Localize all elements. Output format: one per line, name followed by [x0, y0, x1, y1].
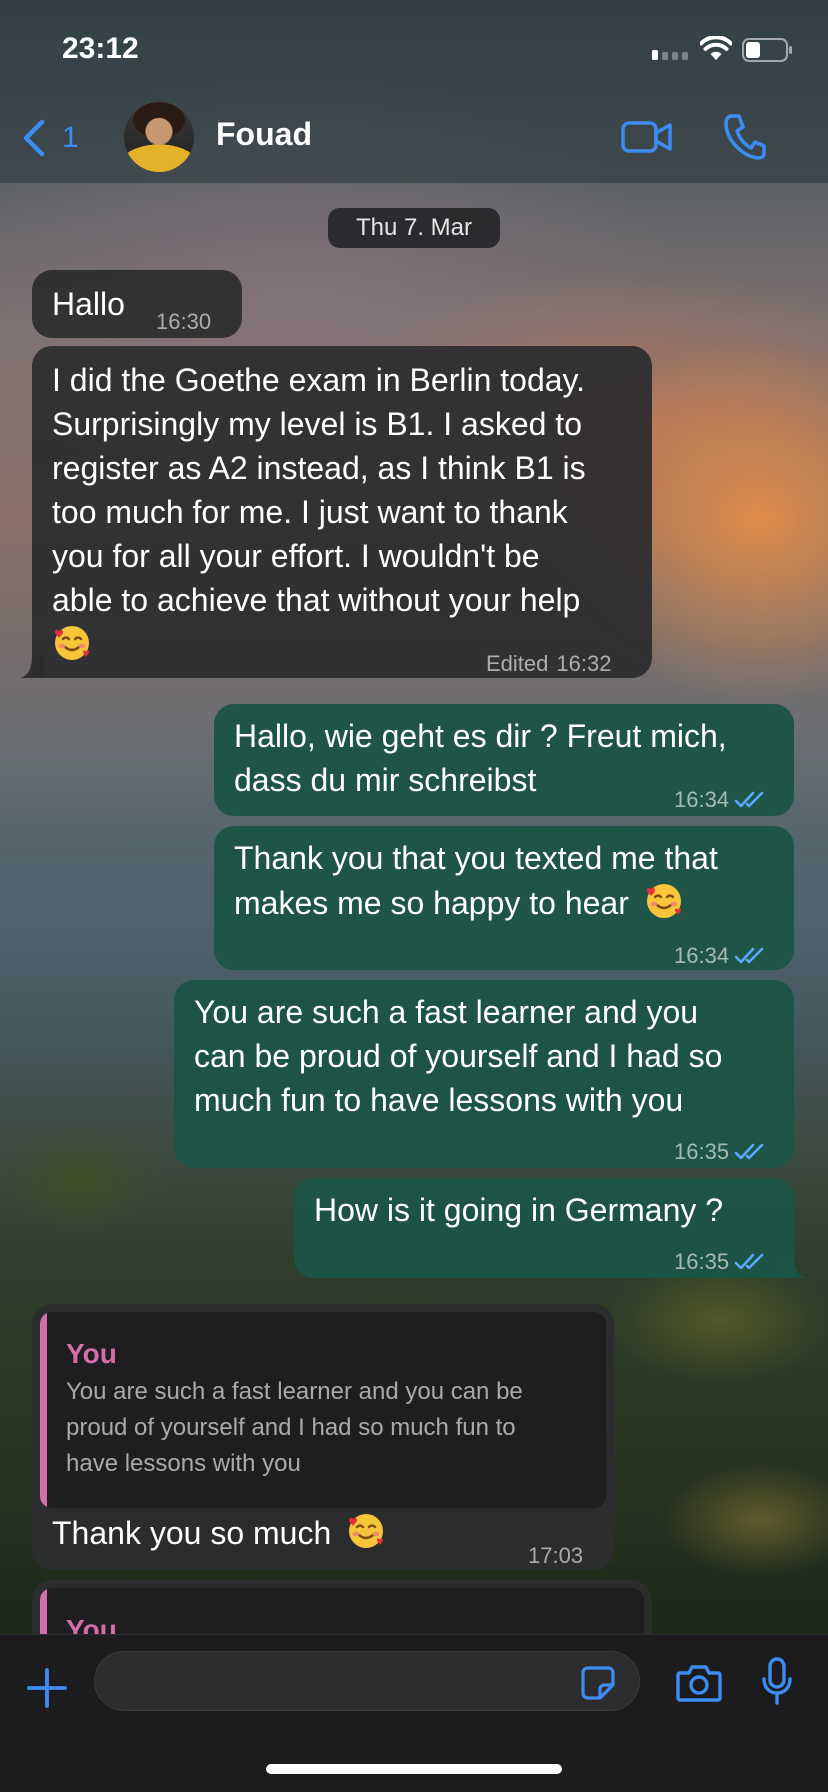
message-bubble-incoming[interactable]: I did the Goethe exam in Berlin today. S… — [20, 346, 652, 678]
chat-header: 1 Fouad — [0, 92, 828, 184]
battery-icon — [742, 38, 792, 62]
smiling-face-with-hearts-emoji — [646, 884, 681, 918]
message-text-line: Thank you so much — [52, 1510, 386, 1555]
quoted-message[interactable]: You You are such a fast learner and you … — [40, 1312, 606, 1508]
read-receipt-icon — [735, 791, 764, 808]
message-meta: Edited 16:32 — [486, 642, 611, 686]
bubble-tail — [782, 1256, 806, 1278]
bubble-tail — [20, 656, 44, 678]
camera-icon[interactable] — [676, 1663, 722, 1703]
message-input[interactable] — [94, 1651, 640, 1711]
message-text-line: Hallo, wie geht es dir ? Freut mich, — [234, 718, 727, 754]
message-bubble-outgoing[interactable]: Thank you that you texted me that makes … — [214, 826, 794, 970]
avatar[interactable] — [124, 102, 194, 172]
date-separator: Thu 7. Mar — [328, 208, 500, 248]
quote-text-line: You are such a fast learner and you can … — [66, 1378, 523, 1405]
read-receipt-icon — [735, 1253, 764, 1270]
message-time: 17:03 — [528, 1543, 584, 1568]
message-time: 16:30 — [156, 309, 212, 334]
status-bar: 23:12 — [0, 0, 828, 92]
message-text-line: makes me so happy to hear — [234, 880, 684, 925]
video-call-icon[interactable] — [620, 114, 674, 160]
message-time: 16:34 — [674, 943, 730, 968]
message-text-line: too much for me. I just want to thank — [52, 494, 568, 530]
chevron-left-icon — [23, 119, 45, 157]
message-text-line: I did the Goethe exam in Berlin today. — [52, 362, 586, 398]
status-time: 23:12 — [62, 32, 139, 65]
message-meta: 16:34 — [674, 778, 767, 822]
message-text-line: Surprisingly my level is B1. I asked to — [52, 406, 582, 442]
message-text-line: you for all your effort. I wouldn't be — [52, 538, 540, 574]
unread-chats-count: 1 — [62, 121, 79, 154]
message-time: 16:35 — [674, 1249, 730, 1274]
back-button[interactable]: 1 — [20, 110, 79, 166]
message-text: makes me so happy to hear — [234, 885, 629, 921]
message-meta: 16:35 — [674, 1240, 767, 1284]
message-text-line: can be proud of yourself and I had so — [194, 1038, 723, 1074]
message-text: Thank you so much — [52, 1515, 332, 1551]
quote-text-line: proud of yourself and I had so much fun … — [66, 1414, 516, 1441]
message-bubble-outgoing[interactable]: Hallo, wie geht es dir ? Freut mich, das… — [214, 704, 794, 816]
edited-label: Edited — [486, 651, 549, 676]
read-receipt-icon — [735, 1143, 764, 1160]
message-text: How is it going in Germany ? — [314, 1192, 724, 1228]
message-bubble-outgoing[interactable]: You are such a fast learner and you can … — [174, 980, 794, 1168]
message-bubble-incoming[interactable]: Hallo 16:30 — [32, 270, 242, 338]
signal-icon — [652, 50, 688, 60]
message-text-line: You are such a fast learner and you — [194, 994, 699, 1030]
sticker-icon[interactable] — [580, 1665, 616, 1701]
message-text-line: much fun to have lessons with you — [194, 1082, 684, 1118]
read-receipt-icon — [735, 947, 764, 964]
message-time: 16:34 — [674, 787, 730, 812]
wifi-icon — [700, 36, 732, 60]
home-indicator[interactable] — [266, 1764, 562, 1774]
microphone-icon[interactable] — [762, 1657, 792, 1705]
message-text-line: able to achieve that without your help — [52, 582, 581, 618]
smiling-face-with-hearts-emoji — [55, 626, 89, 660]
message-time: 16:35 — [674, 1139, 730, 1164]
message-text-line: dass du mir schreibst — [234, 762, 537, 798]
quote-text-line: have lessons with you — [66, 1450, 301, 1477]
message-time: 16:32 — [556, 651, 612, 676]
phone-icon[interactable] — [722, 112, 766, 160]
smiling-face-with-hearts-emoji — [349, 1514, 384, 1548]
quote-accent-bar — [40, 1312, 47, 1508]
message-text-line: Thank you that you texted me that — [234, 840, 718, 876]
message-meta: 16:35 — [674, 1130, 767, 1174]
message-meta: 16:34 — [674, 934, 767, 978]
message-text-line: register as A2 instead, as I think B1 is — [52, 450, 586, 486]
quote-author: You — [66, 1338, 117, 1369]
message-bubble-incoming-reply[interactable]: You You are such a fast learner and you … — [32, 1304, 614, 1570]
contact-name[interactable]: Fouad — [216, 116, 312, 153]
message-text: Hallo — [52, 286, 125, 322]
plus-icon[interactable] — [26, 1667, 68, 1709]
message-bubble-outgoing[interactable]: How is it going in Germany ? 16:35 — [294, 1178, 806, 1278]
